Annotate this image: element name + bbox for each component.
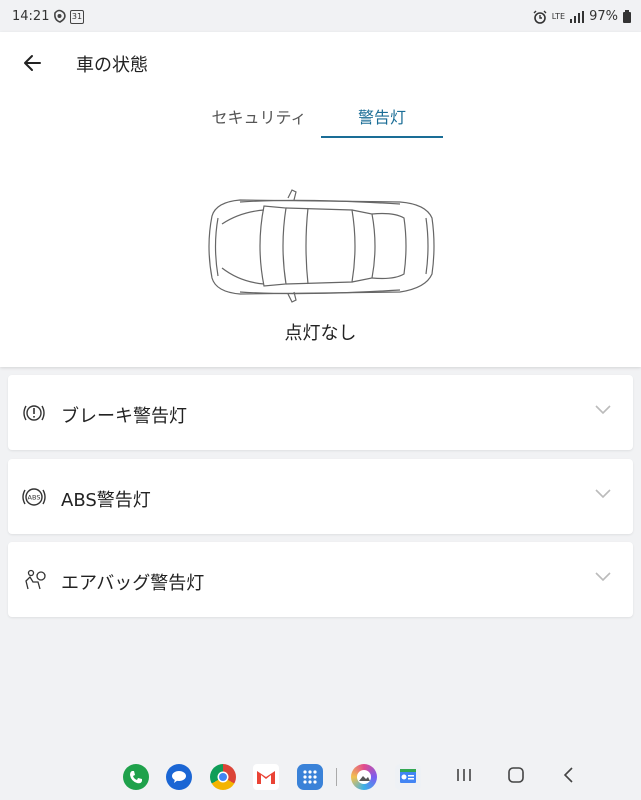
brake-warning-label: ブレーキ警告灯 [61, 406, 187, 427]
gmail-app-icon[interactable] [253, 764, 279, 790]
gallery-app-icon[interactable] [351, 764, 377, 790]
app-drawer-icon[interactable] [297, 764, 323, 790]
battery-percent: 97% [589, 9, 618, 24]
airbag-warning-item[interactable]: エアバッグ警告灯 [8, 542, 633, 617]
dock-divider [336, 768, 337, 786]
abs-warning-item[interactable]: ABS ABS警告灯 [8, 459, 633, 534]
signal-icon [570, 10, 585, 23]
page-title: 車の状態 [76, 55, 148, 76]
chevron-down-icon[interactable] [595, 405, 611, 415]
abs-warning-label: ABS警告灯 [61, 490, 151, 511]
vehicle-status-panel: 車の状態 セキュリティ 警告灯 点灯なし [0, 32, 641, 367]
chevron-down-icon[interactable] [595, 572, 611, 582]
status-bar: 14:21 31 LTE 97% [0, 0, 641, 34]
brake-warning-icon [23, 405, 45, 421]
chevron-down-icon[interactable] [595, 489, 611, 499]
back-nav-icon[interactable] [560, 766, 578, 784]
tab-warning-lights[interactable]: 警告灯 [321, 104, 443, 138]
network-type: LTE [551, 11, 566, 21]
car-top-view-icon [208, 189, 435, 303]
airbag-warning-label: エアバッグ警告灯 [61, 573, 205, 594]
alarm-icon [533, 10, 547, 24]
phone-app-icon[interactable] [123, 764, 149, 790]
airbag-warning-icon [25, 569, 46, 590]
abs-warning-icon: ABS [22, 488, 46, 506]
tab-security[interactable]: セキュリティ [198, 104, 320, 138]
battery-icon [623, 10, 631, 23]
status-time: 14:21 [12, 9, 50, 24]
back-arrow-icon[interactable] [20, 51, 48, 75]
warning-status-text: 点灯なし [284, 323, 357, 344]
chrome-app-icon[interactable] [210, 764, 236, 790]
home-icon[interactable] [507, 766, 525, 784]
navigation-bar [0, 752, 641, 800]
news-app-icon[interactable] [395, 764, 421, 790]
recent-apps-icon[interactable] [455, 766, 473, 784]
fitness-icon [54, 9, 66, 23]
calendar-icon: 31 [70, 10, 84, 24]
abs-icon-text: ABS [28, 494, 41, 502]
messages-app-icon[interactable] [166, 764, 192, 790]
brake-warning-item[interactable]: ブレーキ警告灯 [8, 375, 633, 450]
